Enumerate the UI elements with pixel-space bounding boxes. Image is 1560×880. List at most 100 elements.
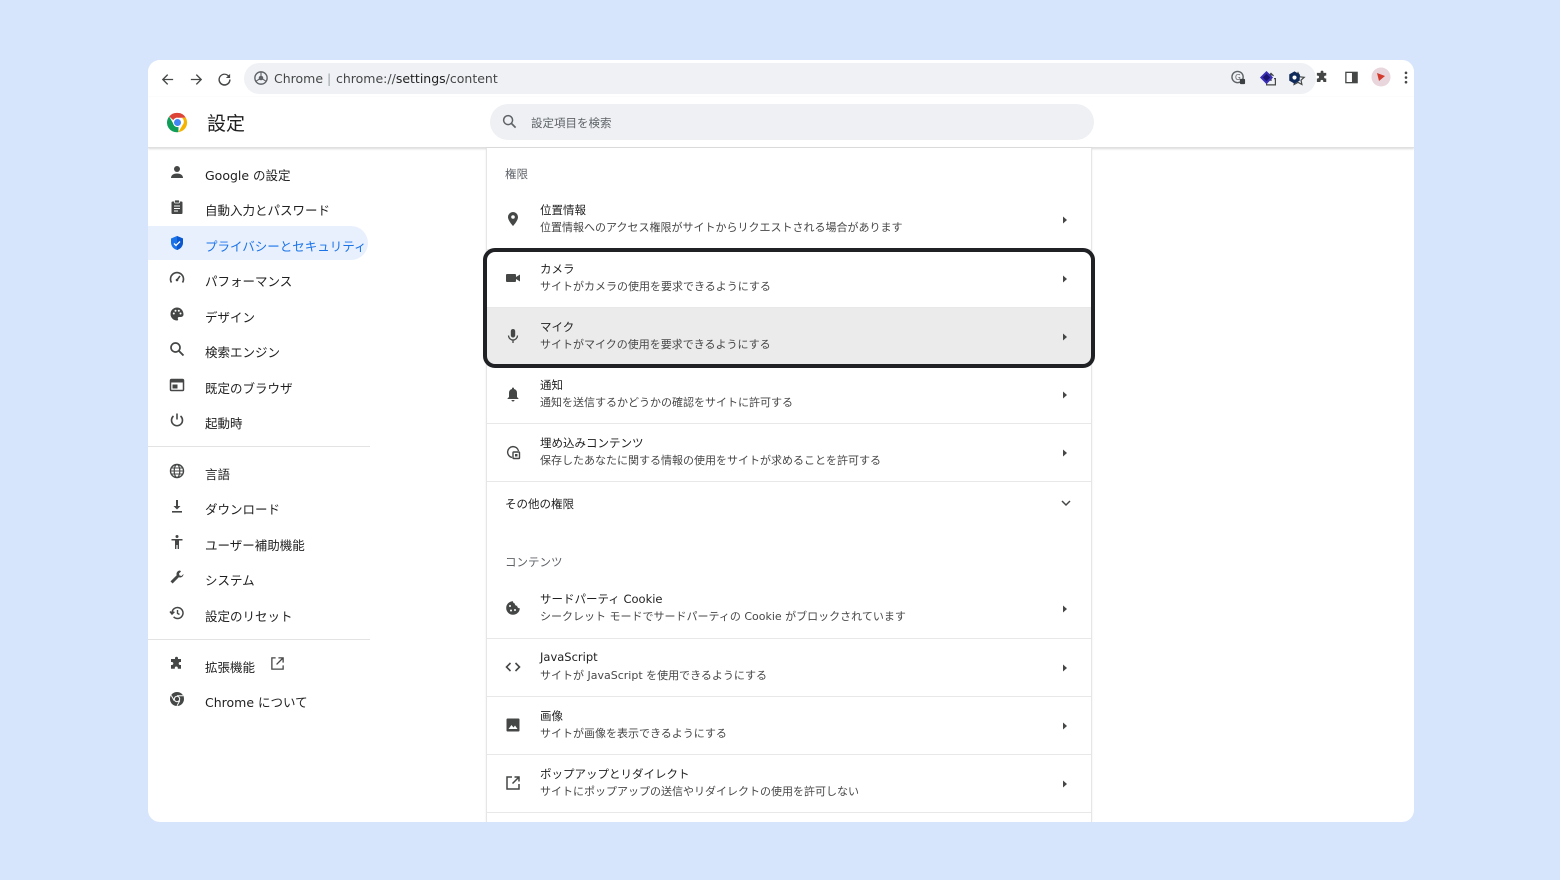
image-icon (505, 717, 521, 733)
chrome-site-icon (254, 71, 268, 85)
arrow-right-icon (1063, 333, 1067, 341)
arrow-right-icon (1063, 275, 1067, 283)
settings-sidebar: Google の設定 自動入力とパスワード プライバシーとセキュリティ パフォー… (148, 150, 378, 822)
search-icon (502, 114, 517, 129)
sidebar-item-label: システム (205, 573, 255, 588)
sidebar-item-extensions[interactable]: 拡張機能 (148, 647, 368, 681)
popup-icon (505, 775, 521, 791)
sidebar-item-label: ダウンロード (205, 502, 281, 517)
address-bar[interactable]: Chrome | chrome://settings/content (244, 63, 1316, 94)
row-description: シークレット モードでサードパーティの Cookie がブロックされています (540, 610, 906, 623)
sidebar-item-label: 自動入力とパスワード (205, 203, 331, 218)
sidebar-divider (148, 446, 370, 447)
cookie-icon (505, 600, 521, 616)
settings-search-input[interactable]: 設定項目を検索 (490, 104, 1094, 140)
sidebar-item-search-engine[interactable]: 検索エンジン (148, 332, 368, 366)
row-title: 埋め込みコンテンツ (540, 436, 644, 450)
row-title: 通知 (540, 378, 563, 392)
content-row-cookies[interactable]: サードパーティ Cookie シークレット モードでサードパーティの Cooki… (487, 580, 1091, 638)
more-menu-icon[interactable] (1401, 69, 1411, 85)
sidebar-item-label: 言語 (205, 467, 231, 482)
sidebar-item-reset[interactable]: 設定のリセット (148, 596, 368, 630)
sidebar-item-autofill[interactable]: 自動入力とパスワード (148, 190, 368, 224)
url-text: chrome://settings/content (336, 71, 498, 86)
extension-1-icon[interactable]: G (1230, 69, 1246, 85)
row-description: サイトがカメラの使用を要求できるようにする (540, 280, 771, 293)
embedded-content-icon (505, 444, 521, 460)
sidebar-item-label: 検索エンジン (205, 345, 281, 360)
puzzle-icon (169, 656, 185, 672)
sidebar-item-downloads[interactable]: ダウンロード (148, 489, 368, 523)
extension-3-icon[interactable] (1286, 69, 1302, 85)
location-pin-icon (505, 211, 521, 227)
sidebar-item-privacy[interactable]: プライバシーとセキュリティ (148, 226, 368, 260)
content-row-images[interactable]: 画像 サイトが画像を表示できるようにする (487, 696, 1091, 754)
download-icon (169, 498, 185, 514)
sidebar-item-label: プライバシーとセキュリティ (205, 239, 367, 254)
row-title: 位置情報 (540, 203, 586, 217)
sidebar-item-startup[interactable]: 起動時 (148, 403, 368, 437)
sidebar-item-system[interactable]: システム (148, 560, 368, 594)
row-title: マイク (540, 320, 575, 334)
sidebar-item-label: 設定のリセット (205, 609, 293, 624)
sidebar-item-language[interactable]: 言語 (148, 454, 368, 488)
camera-icon (505, 270, 521, 286)
code-icon (505, 659, 521, 675)
permission-row-microphone[interactable]: マイク サイトがマイクの使用を要求できるようにする (487, 307, 1091, 365)
row-description: サイトがマイクの使用を要求できるようにする (540, 338, 771, 351)
chrome-logo (167, 112, 188, 133)
site-settings-card: 権限 位置情報 位置情報へのアクセス権限がサイトからリクエストされる場合がありま… (486, 148, 1092, 822)
sidebar-item-default-browser[interactable]: 既定のブラウザ (148, 368, 368, 402)
settings-header: 設定 設定項目を検索 (148, 97, 1414, 148)
row-description: サイトが画像を表示できるようにする (540, 727, 727, 740)
content-row-popups[interactable]: ポップアップとリダイレクト サイトにポップアップの送信やリダイレクトの使用を許可… (487, 754, 1091, 812)
history-icon (169, 605, 185, 621)
sidebar-item-performance[interactable]: パフォーマンス (148, 261, 368, 295)
sidebar-item-google[interactable]: Google の設定 (148, 155, 368, 189)
sidebar-divider (148, 639, 370, 640)
permission-row-location[interactable]: 位置情報 位置情報へのアクセス権限がサイトからリクエストされる場合があります (487, 191, 1091, 249)
sidebar-item-about-chrome[interactable]: Chrome について (148, 682, 368, 716)
sidebar-item-label: ユーザー補助機能 (205, 538, 305, 553)
profile-avatar[interactable] (1371, 67, 1391, 87)
extension-2-icon[interactable] (1258, 69, 1274, 85)
sidebar-item-label: 拡張機能 (205, 660, 256, 675)
url-separator: | (327, 71, 332, 86)
reload-icon[interactable] (213, 68, 235, 90)
puzzle-icon[interactable] (1314, 69, 1330, 85)
sidebar-item-label: デザイン (205, 310, 256, 325)
search-icon (169, 341, 185, 357)
back-icon[interactable] (156, 68, 178, 90)
row-description: 位置情報へのアクセス権限がサイトからリクエストされる場合があります (540, 221, 903, 234)
row-description: サイトにポップアップの送信やリダイレクトの使用を許可しない (540, 785, 859, 798)
row-title: 画像 (540, 709, 563, 723)
row-description: サイトが JavaScript を使用できるようにする (540, 669, 768, 682)
arrow-right-icon (1063, 780, 1067, 788)
row-title: JavaScript (540, 650, 598, 664)
permission-row-embedded-content[interactable]: 埋め込みコンテンツ 保存したあなたに関する情報の使用をサイトが求めることを許可す… (487, 423, 1091, 481)
side-panel-icon[interactable] (1343, 69, 1359, 85)
speedometer-icon (169, 270, 185, 286)
browser-icon (169, 377, 185, 393)
content-row-javascript[interactable]: JavaScript サイトが JavaScript を使用できるようにする (487, 638, 1091, 696)
microphone-icon (505, 328, 521, 344)
forward-icon[interactable] (185, 68, 207, 90)
sidebar-item-design[interactable]: デザイン (148, 297, 368, 331)
row-description: 保存したあなたに関する情報の使用をサイトが求めることを許可する (540, 454, 881, 467)
content-row-partial (487, 812, 1091, 822)
sidebar-item-label: パフォーマンス (205, 274, 293, 289)
globe-icon (169, 463, 185, 479)
permission-row-camera[interactable]: カメラ サイトがカメラの使用を要求できるようにする (487, 249, 1091, 307)
wrench-icon (169, 569, 185, 585)
site-name: Chrome (274, 71, 324, 86)
permission-row-notifications[interactable]: 通知 通知を送信するかどうかの確認をサイトに許可する (487, 365, 1091, 423)
permissions-section-label: 権限 (505, 167, 528, 181)
row-title: ポップアップとリダイレクト (540, 767, 690, 781)
more-permissions-expander[interactable]: その他の権限 (487, 481, 1091, 525)
sidebar-item-label: Chrome について (205, 695, 308, 710)
arrow-right-icon (1063, 391, 1067, 399)
sidebar-item-label: Google の設定 (205, 168, 291, 183)
external-link-icon (270, 656, 285, 671)
arrow-right-icon (1063, 449, 1067, 457)
sidebar-item-accessibility[interactable]: ユーザー補助機能 (148, 525, 368, 559)
